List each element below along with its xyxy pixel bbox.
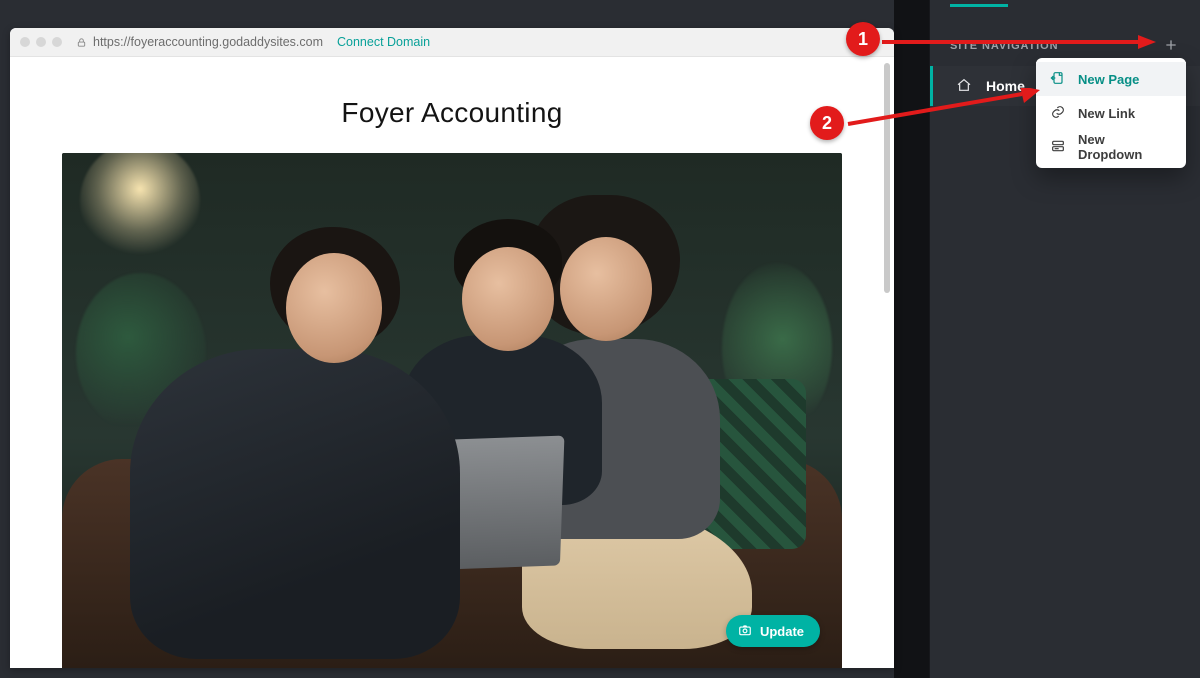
traffic-light-dot [52, 37, 62, 47]
site-title[interactable]: Foyer Accounting [341, 97, 562, 129]
menu-item-label: New Page [1078, 72, 1139, 87]
page-content: Foyer Accounting [62, 57, 842, 668]
traffic-light-dot [20, 37, 30, 47]
site-preview-frame: https://foyeraccounting.godaddysites.com… [10, 28, 894, 668]
annotation-arrow-1 [880, 32, 1158, 52]
menu-item-new-link[interactable]: New Link [1036, 96, 1186, 130]
menu-item-new-dropdown[interactable]: New Dropdown [1036, 130, 1186, 164]
traffic-light-dot [36, 37, 46, 47]
address-bar: https://foyeraccounting.godaddysites.com… [10, 28, 894, 57]
page-viewport[interactable]: Foyer Accounting [10, 57, 894, 668]
add-menu-popup: New Page New Link New Dropdown [1036, 58, 1186, 168]
hero-figure [90, 209, 460, 639]
camera-icon [738, 623, 752, 640]
annotation-arrow-2 [846, 88, 1042, 136]
link-icon [1050, 104, 1066, 123]
hero-image[interactable]: Update [62, 153, 842, 668]
app-root: https://foyeraccounting.godaddysites.com… [0, 0, 1200, 678]
lock-icon [76, 37, 87, 48]
active-tab-indicator [950, 4, 1008, 7]
dropdown-icon [1050, 138, 1066, 157]
connect-domain-link[interactable]: Connect Domain [337, 35, 430, 49]
update-button-label: Update [760, 624, 804, 639]
update-button[interactable]: Update [726, 615, 820, 647]
address-url: https://foyeraccounting.godaddysites.com [93, 35, 323, 49]
menu-item-label: New Dropdown [1078, 132, 1172, 162]
annotation-step-2: 2 [810, 106, 844, 140]
annotation-step-1: 1 [846, 22, 880, 56]
menu-item-label: New Link [1078, 106, 1135, 121]
menu-item-new-page[interactable]: New Page [1036, 62, 1186, 96]
new-page-icon [1050, 70, 1066, 89]
add-page-button[interactable] [1160, 34, 1182, 56]
window-traffic-lights [20, 37, 62, 47]
